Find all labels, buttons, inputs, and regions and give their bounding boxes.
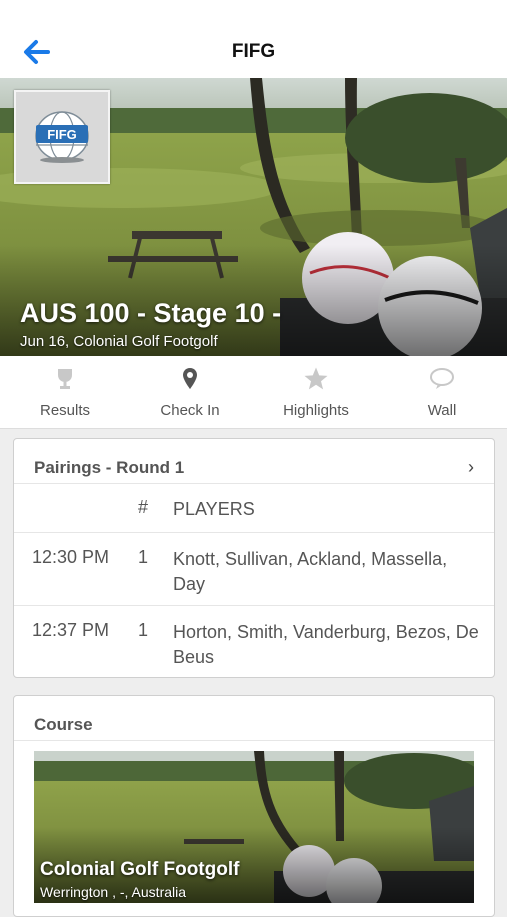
nav-bar: FIFG (0, 0, 507, 78)
tee-time: 12:30 PM (32, 547, 110, 567)
course-image[interactable]: Colonial Golf Footgolf Werrington , -, A… (34, 751, 474, 903)
organizer-logo: FIFG (14, 90, 110, 184)
star-icon (304, 367, 328, 390)
tab-highlights[interactable]: Highlights (253, 356, 379, 428)
tab-results[interactable]: Results (2, 356, 128, 428)
tab-label: Check In (160, 402, 220, 419)
chat-bubble-icon (430, 368, 454, 389)
tab-wall[interactable]: Wall (379, 356, 505, 428)
table-row[interactable]: 12:37 PM 1 Horton, Smith, Vanderburg, Be… (14, 606, 494, 677)
course-header: Course (14, 696, 494, 741)
event-subtitle: Jun 16, Colonial Golf Footgolf (20, 333, 218, 350)
tab-label: Wall (427, 402, 457, 419)
chevron-right-icon[interactable]: › (468, 457, 474, 478)
course-location: Werrington , -, Australia (40, 884, 187, 900)
event-hero-image: FIFG AUS 100 - Stage 10 - Jun 16, Coloni… (0, 78, 507, 356)
trophy-icon (58, 369, 72, 389)
group-number: 1 (138, 620, 149, 640)
course-card: Course Colonial Golf Footgolf Werrington… (13, 695, 495, 917)
pairings-header[interactable]: Pairings - Round 1 › (14, 439, 494, 484)
location-pin-icon (183, 368, 197, 389)
fifg-globe-logo: FIFG (35, 111, 89, 163)
course-section-title: Course (34, 715, 93, 734)
players-list: Knott, Sullivan, Ackland, Massella, Day (173, 549, 448, 594)
pairings-title: Pairings - Round 1 (34, 458, 185, 477)
players-list: Horton, Smith, Vanderburg, Bezos, De Beu… (173, 622, 479, 667)
pairings-card: Pairings - Round 1 › # PLAYERS 12:30 PM … (13, 438, 495, 678)
tab-check-in[interactable]: Check In (127, 356, 253, 428)
event-tab-bar: Results Check In Highlights Wall (0, 356, 507, 429)
column-header-players: PLAYERS (173, 499, 255, 519)
pairings-column-header: # PLAYERS (14, 484, 494, 533)
event-title: AUS 100 - Stage 10 - (20, 298, 282, 328)
course-name: Colonial Golf Footgolf (40, 859, 240, 880)
tab-label: Results (39, 402, 91, 419)
logo-text: FIFG (47, 127, 77, 142)
tee-time: 12:37 PM (32, 620, 110, 640)
tab-label: Highlights (283, 402, 349, 419)
group-number: 1 (138, 547, 149, 567)
table-row[interactable]: 12:30 PM 1 Knott, Sullivan, Ackland, Mas… (14, 533, 494, 606)
page-title: FIFG (231, 41, 276, 62)
column-header-number: # (138, 497, 149, 517)
